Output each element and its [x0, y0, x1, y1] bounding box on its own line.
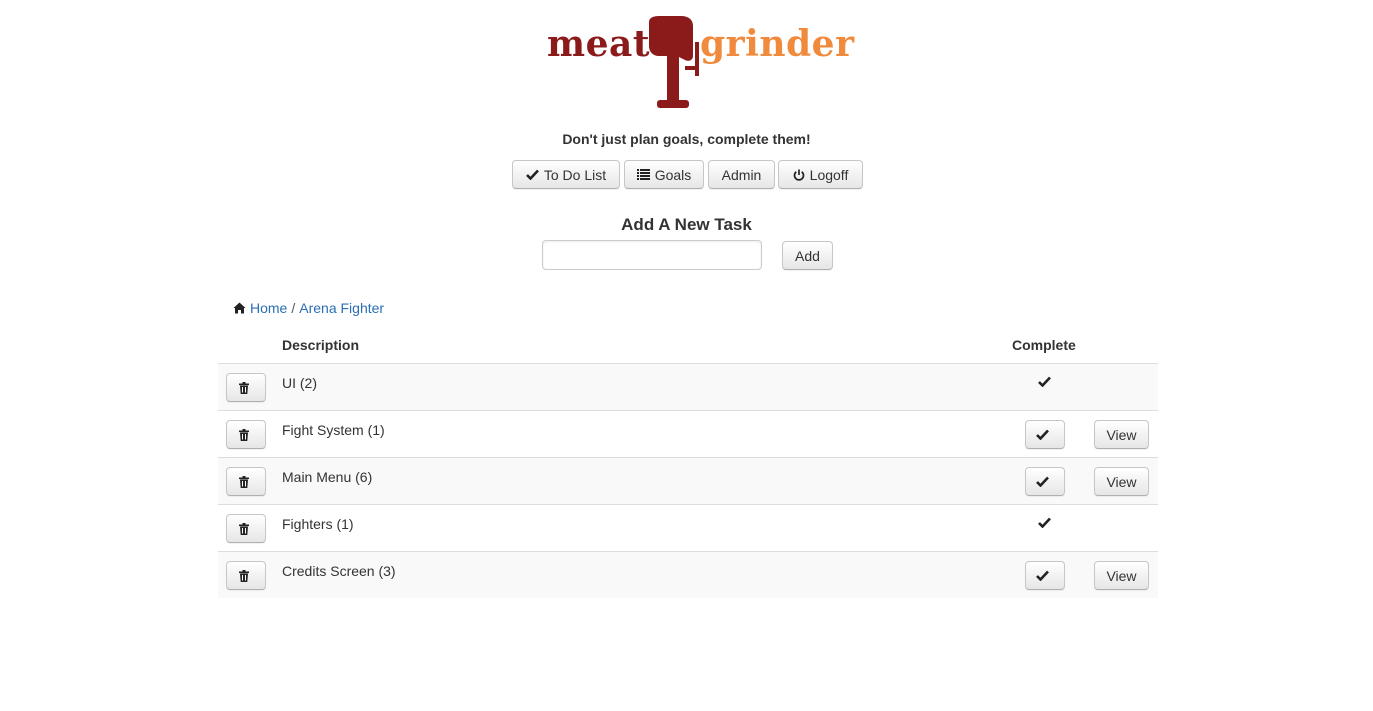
app-logo: meat grinder [545, 14, 854, 110]
table-row: Main Menu (6) View [218, 457, 1158, 504]
trash-icon [238, 522, 249, 535]
breadcrumb-separator: / [291, 300, 296, 316]
task-description[interactable]: UI (2) [282, 375, 317, 391]
nav-goals-button[interactable]: Goals [624, 160, 704, 189]
check-icon [1036, 570, 1049, 581]
table-row: Fighters (1) [218, 504, 1158, 551]
complete-task-button[interactable] [1025, 467, 1065, 496]
tagline: Don't just plan goals, complete them! [562, 131, 811, 147]
breadcrumb-current-link[interactable]: Arena Fighter [299, 300, 384, 316]
column-header-description: Description [282, 337, 360, 353]
trash-icon [238, 428, 249, 441]
meat-grinder-icon [649, 16, 699, 108]
trash-icon [238, 381, 249, 394]
delete-task-button[interactable] [226, 373, 266, 402]
trash-icon [238, 569, 249, 582]
view-task-button[interactable]: View [1094, 561, 1149, 590]
view-task-button[interactable]: View [1094, 420, 1149, 449]
delete-task-button[interactable] [226, 514, 266, 543]
table-row: Fight System (1) View [218, 410, 1158, 457]
add-task-button[interactable]: Add [782, 241, 833, 270]
view-button-label: View [1106, 426, 1137, 443]
trash-icon [238, 475, 249, 488]
add-task-button-label: Add [795, 247, 820, 264]
complete-task-button[interactable] [1025, 420, 1065, 449]
nav-admin-label: Admin [721, 166, 762, 183]
view-button-label: View [1106, 473, 1137, 490]
new-task-input[interactable] [542, 240, 762, 270]
nav-goals-label: Goals [654, 166, 692, 183]
task-description[interactable]: Fighters (1) [282, 516, 354, 532]
check-icon [1036, 476, 1049, 487]
add-task-heading: Add A New Task [621, 215, 752, 234]
view-task-button[interactable]: View [1094, 467, 1149, 496]
power-icon [793, 169, 804, 181]
completed-check-icon [1038, 376, 1051, 387]
check-icon [525, 169, 539, 180]
nav-todo-list-button[interactable]: To Do List [512, 160, 620, 189]
breadcrumb: Home / Arena Fighter [233, 300, 384, 316]
nav-todo-list-label: To Do List [543, 166, 607, 183]
task-description[interactable]: Fight System (1) [282, 422, 385, 438]
completed-check-icon [1038, 517, 1051, 528]
logo-word-grinder: grinder [700, 23, 855, 65]
nav-logoff-button[interactable]: Logoff [778, 160, 863, 189]
list-icon [636, 169, 650, 180]
delete-task-button[interactable] [226, 420, 266, 449]
logo-word-meat: meat [547, 23, 650, 65]
check-icon [1036, 429, 1049, 440]
nav-admin-button[interactable]: Admin [708, 160, 775, 189]
delete-task-button[interactable] [226, 467, 266, 496]
home-icon [233, 302, 246, 314]
view-button-label: View [1106, 567, 1137, 584]
task-description[interactable]: Main Menu (6) [282, 469, 372, 485]
breadcrumb-home-link[interactable]: Home [250, 300, 287, 316]
table-row: UI (2) [218, 363, 1158, 410]
column-header-complete: Complete [1012, 337, 1076, 353]
complete-task-button[interactable] [1025, 561, 1065, 590]
delete-task-button[interactable] [226, 561, 266, 590]
nav-logoff-label: Logoff [809, 166, 849, 183]
table-row: Credits Screen (3) View [218, 551, 1158, 598]
task-description[interactable]: Credits Screen (3) [282, 563, 396, 579]
